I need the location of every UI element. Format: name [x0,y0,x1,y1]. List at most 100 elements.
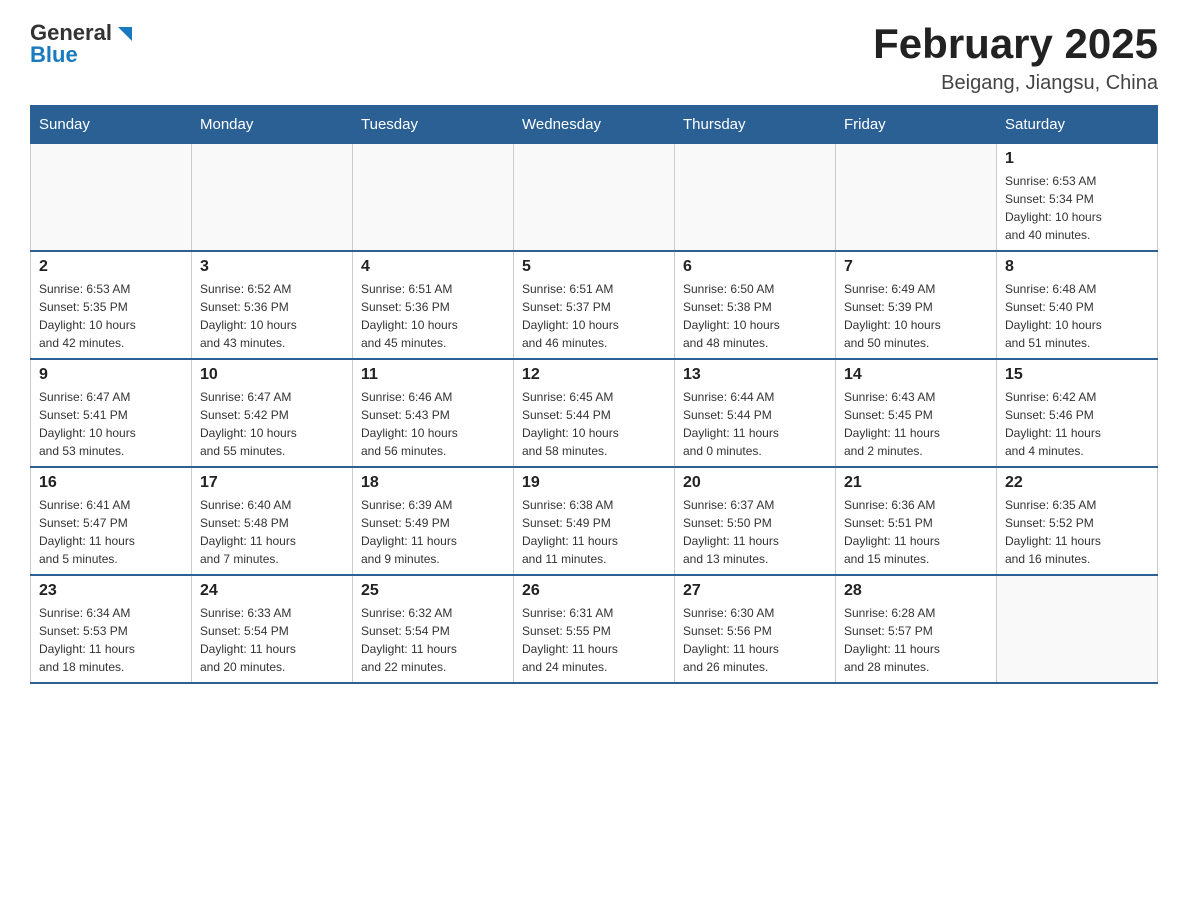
day-info: Sunrise: 6:50 AM Sunset: 5:38 PM Dayligh… [683,280,827,352]
day-number: 9 [39,366,183,384]
day-info: Sunrise: 6:53 AM Sunset: 5:35 PM Dayligh… [39,280,183,352]
day-info: Sunrise: 6:28 AM Sunset: 5:57 PM Dayligh… [844,604,988,676]
day-info: Sunrise: 6:40 AM Sunset: 5:48 PM Dayligh… [200,496,344,568]
calendar-day-cell: 12 Sunrise: 6:45 AM Sunset: 5:44 PM Dayli… [514,359,675,467]
day-number: 12 [522,366,666,384]
calendar-day-cell: 20 Sunrise: 6:37 AM Sunset: 5:50 PM Dayli… [675,467,836,575]
calendar-day-cell: 24 Sunrise: 6:33 AM Sunset: 5:54 PM Dayli… [192,575,353,683]
calendar-day-cell [192,144,353,252]
calendar-day-cell: 23 Sunrise: 6:34 AM Sunset: 5:53 PM Dayli… [31,575,192,683]
day-number: 2 [39,258,183,276]
day-info: Sunrise: 6:32 AM Sunset: 5:54 PM Dayligh… [361,604,505,676]
calendar-day-cell: 14 Sunrise: 6:43 AM Sunset: 5:45 PM Dayli… [836,359,997,467]
day-info: Sunrise: 6:34 AM Sunset: 5:53 PM Dayligh… [39,604,183,676]
weekday-header-sunday: Sunday [31,106,192,144]
day-info: Sunrise: 6:35 AM Sunset: 5:52 PM Dayligh… [1005,496,1149,568]
calendar-day-cell: 9 Sunrise: 6:47 AM Sunset: 5:41 PM Daylig… [31,359,192,467]
day-info: Sunrise: 6:51 AM Sunset: 5:36 PM Dayligh… [361,280,505,352]
month-title: February 2025 [873,20,1158,68]
day-info: Sunrise: 6:43 AM Sunset: 5:45 PM Dayligh… [844,388,988,460]
calendar-day-cell: 15Sunrise: 6:42 AM Sunset: 5:46 PM Dayli… [997,359,1158,467]
day-number: 20 [683,474,827,492]
day-info: Sunrise: 6:30 AM Sunset: 5:56 PM Dayligh… [683,604,827,676]
calendar-day-cell: 6 Sunrise: 6:50 AM Sunset: 5:38 PM Daylig… [675,251,836,359]
calendar-day-cell [997,575,1158,683]
day-number: 10 [200,366,344,384]
logo: General Blue [30,20,136,68]
calendar-day-cell: 11Sunrise: 6:46 AM Sunset: 5:43 PM Dayli… [353,359,514,467]
calendar-week-row: 16 Sunrise: 6:41 AM Sunset: 5:47 PM Dayli… [31,467,1158,575]
day-number: 27 [683,582,827,600]
day-info: Sunrise: 6:46 AM Sunset: 5:43 PM Dayligh… [361,388,505,460]
day-info: Sunrise: 6:44 AM Sunset: 5:44 PM Dayligh… [683,388,827,460]
page-header: General Blue February 2025 Beigang, Jian… [30,20,1158,95]
location-subtitle: Beigang, Jiangsu, China [873,72,1158,95]
day-number: 21 [844,474,988,492]
calendar-day-cell: 25 Sunrise: 6:32 AM Sunset: 5:54 PM Dayli… [353,575,514,683]
day-number: 3 [200,258,344,276]
calendar-day-cell: 16 Sunrise: 6:41 AM Sunset: 5:47 PM Dayli… [31,467,192,575]
day-info: Sunrise: 6:39 AM Sunset: 5:49 PM Dayligh… [361,496,505,568]
day-number: 17 [200,474,344,492]
calendar-day-cell: 13 Sunrise: 6:44 AM Sunset: 5:44 PM Dayli… [675,359,836,467]
calendar-day-cell: 10 Sunrise: 6:47 AM Sunset: 5:42 PM Dayli… [192,359,353,467]
day-number: 4 [361,258,505,276]
calendar-day-cell: 17 Sunrise: 6:40 AM Sunset: 5:48 PM Dayli… [192,467,353,575]
calendar-day-cell: 22Sunrise: 6:35 AM Sunset: 5:52 PM Dayli… [997,467,1158,575]
calendar-day-cell: 26Sunrise: 6:31 AM Sunset: 5:55 PM Dayli… [514,575,675,683]
calendar-day-cell: 27 Sunrise: 6:30 AM Sunset: 5:56 PM Dayli… [675,575,836,683]
calendar-day-cell: 7Sunrise: 6:49 AM Sunset: 5:39 PM Daylig… [836,251,997,359]
calendar-week-row: 9 Sunrise: 6:47 AM Sunset: 5:41 PM Daylig… [31,359,1158,467]
calendar-day-cell [353,144,514,252]
day-number: 13 [683,366,827,384]
calendar-day-cell: 5Sunrise: 6:51 AM Sunset: 5:37 PM Daylig… [514,251,675,359]
weekday-header-tuesday: Tuesday [353,106,514,144]
calendar-week-row: 2 Sunrise: 6:53 AM Sunset: 5:35 PM Daylig… [31,251,1158,359]
weekday-header-monday: Monday [192,106,353,144]
day-info: Sunrise: 6:36 AM Sunset: 5:51 PM Dayligh… [844,496,988,568]
calendar-day-cell: 28 Sunrise: 6:28 AM Sunset: 5:57 PM Dayli… [836,575,997,683]
day-info: Sunrise: 6:47 AM Sunset: 5:42 PM Dayligh… [200,388,344,460]
calendar-day-cell: 3 Sunrise: 6:52 AM Sunset: 5:36 PM Daylig… [192,251,353,359]
weekday-header-wednesday: Wednesday [514,106,675,144]
calendar-day-cell: 1 Sunrise: 6:53 AM Sunset: 5:34 PM Daylig… [997,144,1158,252]
day-number: 24 [200,582,344,600]
calendar-day-cell: 8Sunrise: 6:48 AM Sunset: 5:40 PM Daylig… [997,251,1158,359]
day-number: 1 [1005,150,1149,168]
day-info: Sunrise: 6:31 AM Sunset: 5:55 PM Dayligh… [522,604,666,676]
weekday-header-thursday: Thursday [675,106,836,144]
calendar-week-row: 23 Sunrise: 6:34 AM Sunset: 5:53 PM Dayli… [31,575,1158,683]
day-number: 6 [683,258,827,276]
day-number: 7 [844,258,988,276]
day-number: 18 [361,474,505,492]
day-info: Sunrise: 6:48 AM Sunset: 5:40 PM Dayligh… [1005,280,1149,352]
calendar-day-cell: 2 Sunrise: 6:53 AM Sunset: 5:35 PM Daylig… [31,251,192,359]
day-number: 19 [522,474,666,492]
day-info: Sunrise: 6:53 AM Sunset: 5:34 PM Dayligh… [1005,172,1149,244]
calendar-day-cell: 19Sunrise: 6:38 AM Sunset: 5:49 PM Dayli… [514,467,675,575]
calendar-table: SundayMondayTuesdayWednesdayThursdayFrid… [30,105,1158,684]
weekday-header-friday: Friday [836,106,997,144]
calendar-day-cell: 21 Sunrise: 6:36 AM Sunset: 5:51 PM Dayli… [836,467,997,575]
calendar-day-cell [836,144,997,252]
day-number: 14 [844,366,988,384]
calendar-day-cell [31,144,192,252]
day-info: Sunrise: 6:51 AM Sunset: 5:37 PM Dayligh… [522,280,666,352]
day-info: Sunrise: 6:47 AM Sunset: 5:41 PM Dayligh… [39,388,183,460]
day-info: Sunrise: 6:45 AM Sunset: 5:44 PM Dayligh… [522,388,666,460]
day-number: 28 [844,582,988,600]
day-info: Sunrise: 6:52 AM Sunset: 5:36 PM Dayligh… [200,280,344,352]
calendar-week-row: 1 Sunrise: 6:53 AM Sunset: 5:34 PM Daylig… [31,144,1158,252]
day-info: Sunrise: 6:41 AM Sunset: 5:47 PM Dayligh… [39,496,183,568]
day-number: 15 [1005,366,1149,384]
day-number: 25 [361,582,505,600]
calendar-day-cell: 18 Sunrise: 6:39 AM Sunset: 5:49 PM Dayli… [353,467,514,575]
title-block: February 2025 Beigang, Jiangsu, China [873,20,1158,95]
day-number: 23 [39,582,183,600]
logo-blue-text: Blue [30,42,136,68]
day-info: Sunrise: 6:33 AM Sunset: 5:54 PM Dayligh… [200,604,344,676]
calendar-day-cell [675,144,836,252]
calendar-day-cell: 4 Sunrise: 6:51 AM Sunset: 5:36 PM Daylig… [353,251,514,359]
day-number: 16 [39,474,183,492]
day-info: Sunrise: 6:37 AM Sunset: 5:50 PM Dayligh… [683,496,827,568]
